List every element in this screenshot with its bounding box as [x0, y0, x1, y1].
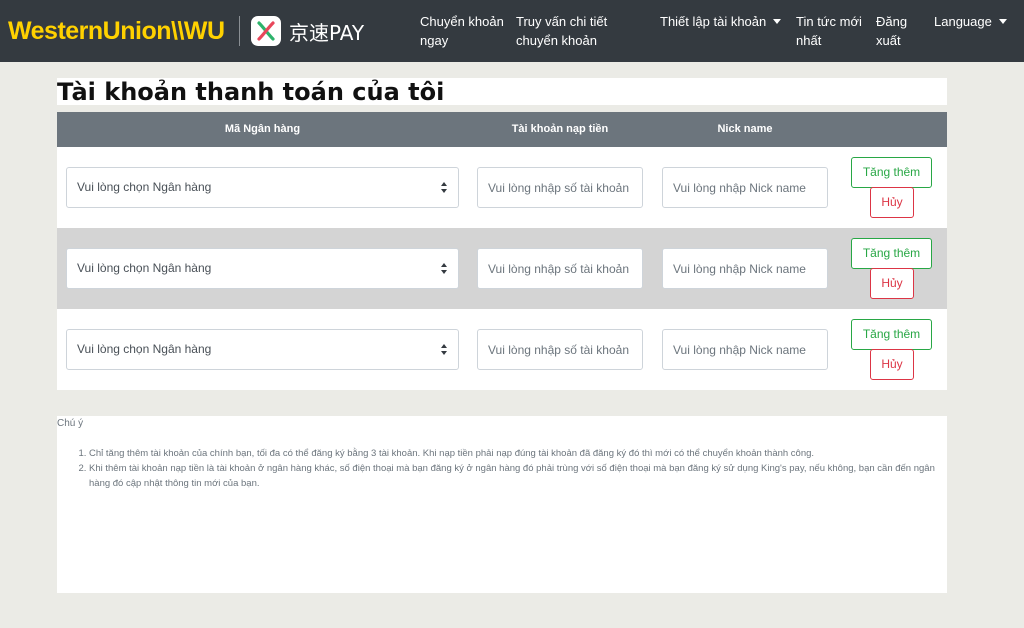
nav-account-settings[interactable]: Thiết lập tài khoản — [660, 12, 782, 31]
nav-language[interactable]: Language — [934, 12, 1007, 31]
kings-pay-icon — [251, 16, 281, 46]
bank-select-value: Vui lòng chọn Ngân hàng — [77, 261, 212, 275]
nick-name-input[interactable] — [662, 248, 828, 289]
header-nick-name: Nick name — [717, 123, 773, 135]
header-bank-code: Mã Ngân hàng — [224, 123, 301, 135]
nav-transfer-details[interactable]: Truy vấn chi tiết chuyển khoản — [516, 12, 626, 50]
header-deposit-account: Tài khoản nạp tiền — [511, 123, 609, 135]
nav-latest-news[interactable]: Tin tức mới nhất — [796, 12, 868, 50]
nav-language-label: Language — [934, 14, 992, 29]
title-panel: Tài khoản thanh toán của tôi — [57, 78, 947, 106]
account-number-input[interactable] — [477, 329, 643, 370]
note-panel: Chú ý Chỉ tăng thêm tài khoản của chính … — [57, 416, 947, 593]
page-title: Tài khoản thanh toán của tôi — [57, 78, 445, 106]
nick-name-input[interactable] — [662, 329, 828, 370]
table-header: Mã Ngân hàng Tài khoản nạp tiền Nick nam… — [57, 112, 947, 147]
logo-divider — [239, 16, 240, 46]
cancel-button[interactable]: Hủy — [870, 268, 914, 299]
note-title: Chú ý — [57, 418, 84, 429]
bank-select-value: Vui lòng chọn Ngân hàng — [77, 342, 212, 356]
cancel-button[interactable]: Hủy — [870, 187, 914, 218]
nav-transfer-now[interactable]: Chuyển khoản ngay — [420, 12, 510, 50]
chevron-down-icon — [998, 19, 1007, 24]
top-navbar: WesternUnion\\WU 京速PAY Chuyển khoản ngay… — [0, 0, 1024, 62]
bank-select[interactable]: Vui lòng chọn Ngân hàng — [66, 329, 459, 370]
table-row: Vui lòng chọn Ngân hàng Tăng thêm Hủy — [57, 309, 947, 390]
select-arrows-icon — [441, 182, 448, 194]
add-account-button[interactable]: Tăng thêm — [851, 238, 932, 269]
bank-select[interactable]: Vui lòng chọn Ngân hàng — [66, 167, 459, 208]
kings-pay-logo-text: 京速PAY — [289, 20, 365, 45]
table-row: Vui lòng chọn Ngân hàng Tăng thêm Hủy — [57, 228, 947, 309]
kings-pay-logo[interactable]: 京速PAY — [251, 16, 364, 46]
cancel-button[interactable]: Hủy — [870, 349, 914, 380]
nick-name-input[interactable] — [662, 167, 828, 208]
note-list: Chỉ tăng thêm tài khoản của chính bạn, t… — [77, 446, 937, 491]
table-row: Vui lòng chọn Ngân hàng Tăng thêm Hủy — [57, 147, 947, 228]
note-item: Khi thêm tài khoản nạp tiền là tài khoản… — [89, 461, 937, 491]
nav-logout[interactable]: Đăng xuất — [876, 12, 916, 50]
account-number-input[interactable] — [477, 248, 643, 289]
chevron-down-icon — [773, 19, 782, 24]
bank-select-value: Vui lòng chọn Ngân hàng — [77, 180, 212, 194]
add-account-button[interactable]: Tăng thêm — [851, 157, 932, 188]
bank-select[interactable]: Vui lòng chọn Ngân hàng — [66, 248, 459, 289]
account-number-input[interactable] — [477, 167, 643, 208]
select-arrows-icon — [441, 263, 448, 275]
note-item: Chỉ tăng thêm tài khoản của chính bạn, t… — [89, 446, 937, 461]
add-account-button[interactable]: Tăng thêm — [851, 319, 932, 350]
western-union-logo[interactable]: WesternUnion\\WU — [8, 17, 225, 45]
nav-account-settings-label: Thiết lập tài khoản — [660, 14, 767, 29]
select-arrows-icon — [441, 344, 448, 356]
